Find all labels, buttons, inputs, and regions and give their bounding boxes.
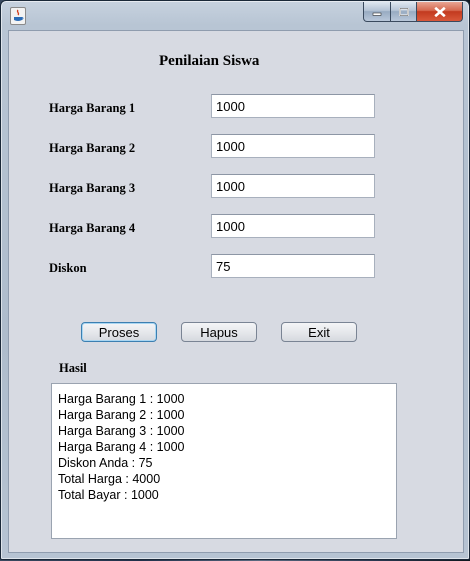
hapus-button[interactable]: Hapus <box>181 322 257 342</box>
maximize-icon <box>398 7 409 16</box>
result-line: Harga Barang 4 : 1000 <box>58 440 185 454</box>
exit-button[interactable]: Exit <box>281 322 357 342</box>
result-line: Harga Barang 3 : 1000 <box>58 424 185 438</box>
proses-button[interactable]: Proses <box>81 322 157 342</box>
label-harga-barang-4: Harga Barang 4 <box>49 221 136 235</box>
label-diskon: Diskon <box>49 261 87 275</box>
result-line: Total Bayar : 1000 <box>58 488 159 502</box>
result-line: Harga Barang 1 : 1000 <box>58 392 185 406</box>
harga-barang-3-input[interactable] <box>211 174 375 198</box>
app-window: Penilaian Siswa Harga Barang 1 Harga Bar… <box>0 0 470 560</box>
result-line: Total Harga : 4000 <box>58 472 161 486</box>
minimize-button[interactable] <box>363 2 391 22</box>
form-title: Penilaian Siswa <box>159 53 260 69</box>
label-harga-barang-1: Harga Barang 1 <box>49 101 136 115</box>
harga-barang-1-input[interactable] <box>211 94 375 118</box>
result-label: Hasil <box>59 361 87 375</box>
result-line: Harga Barang 2 : 1000 <box>58 408 185 422</box>
java-icon[interactable] <box>10 7 26 25</box>
label-harga-barang-2: Harga Barang 2 <box>49 141 136 155</box>
result-line: Diskon Anda : 75 <box>58 456 153 470</box>
minimize-icon <box>372 12 382 16</box>
caption-buttons <box>363 2 463 22</box>
result-textarea[interactable]: Harga Barang 1 : 1000 Harga Barang 2 : 1… <box>51 383 397 539</box>
title-bar[interactable] <box>1 1 469 29</box>
maximize-button[interactable] <box>391 2 417 22</box>
harga-barang-2-input[interactable] <box>211 134 375 158</box>
diskon-input[interactable] <box>211 254 375 278</box>
harga-barang-4-input[interactable] <box>211 214 375 238</box>
close-icon <box>433 6 446 17</box>
label-harga-barang-3: Harga Barang 3 <box>49 181 136 195</box>
client-area: Penilaian Siswa Harga Barang 1 Harga Bar… <box>8 30 464 553</box>
close-button[interactable] <box>417 2 463 22</box>
